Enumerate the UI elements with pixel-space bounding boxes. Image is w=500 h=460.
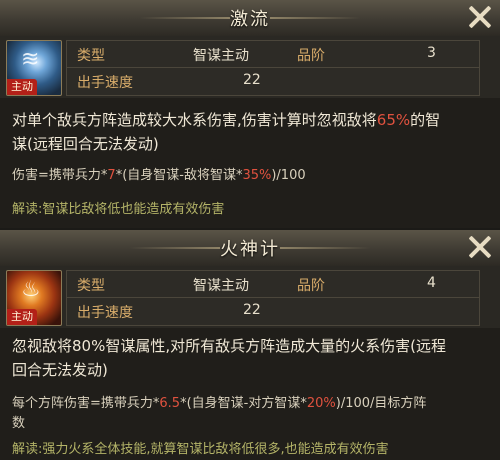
type-label: 类型 [77, 278, 105, 294]
skill-description-line1: 忽视敌将80%智谋属性,对所有敌兵方阵造成大量的火系伤害(远程 [12, 337, 446, 355]
speed-label: 出手速度 [77, 305, 133, 321]
desc-text: 对单个敌兵方阵造成较大水系伤害,伤害计算时忽视敌将 [12, 111, 377, 129]
rank-label: 品阶 [297, 48, 325, 64]
skill-info-row: ≋ 主动 类型 智谋主动 品阶 3 出手速度 22 [0, 36, 500, 98]
formula-text: 伤害=携带兵力* [12, 168, 108, 183]
skill-card-huoshenji: 火神计 ♨ 主动 类型 智谋主动 品阶 4 出手速度 22 忽视敌将80%智谋属… [0, 230, 500, 460]
type-label: 类型 [77, 48, 105, 64]
speed-value: 22 [243, 302, 261, 318]
stats-divider [67, 67, 479, 68]
water-skill-icon: ≋ 主动 [6, 40, 62, 96]
active-tag: 主动 [7, 309, 37, 325]
skill-title: 火神计 [220, 239, 280, 260]
skill-info-row: ♨ 主动 类型 智谋主动 品阶 4 出手速度 22 [0, 266, 500, 328]
formula-text: *(自身智谋-敌将智谋* [115, 168, 243, 183]
speed-value: 22 [243, 72, 261, 88]
skill-description-line1: 对单个敌兵方阵造成较大水系伤害,伤害计算时忽视敌将65%的智 [12, 108, 440, 132]
damage-formula-line2: 数 [12, 416, 26, 431]
skill-card-jiliu: 激流 ≋ 主动 类型 智谋主动 品阶 3 出手速度 22 对单个敌兵方阵造成较大… [0, 0, 500, 228]
formula-highlight: 6.5 [159, 396, 181, 411]
skill-note: 解读:智谋比敌将低也能造成有效伤害 [12, 202, 225, 217]
formula-highlight: 20% [306, 396, 336, 411]
water-glyph-icon: ≋ [21, 47, 40, 72]
damage-formula: 每个方阵伤害=携带兵力*6.5*(自身智谋-对方智谋*20%)/100/目标方阵 [12, 394, 426, 414]
skill-note: 解读:强力火系全体技能,就算智谋比敌将低很多,也能造成有效伤害 [12, 442, 389, 457]
skill-title-bar: 激流 [0, 0, 500, 37]
close-icon[interactable] [466, 233, 494, 261]
formula-highlight: 35% [242, 168, 272, 183]
skill-stats: 类型 智谋主动 品阶 3 出手速度 22 [66, 40, 480, 96]
close-icon[interactable] [466, 3, 494, 31]
rank-value: 4 [427, 275, 436, 291]
stats-divider [67, 297, 479, 298]
skill-description-line2: 谋(远程回合无法发动) [12, 135, 159, 153]
speed-label: 出手速度 [77, 75, 133, 91]
rank-value: 3 [427, 45, 436, 61]
desc-text: 的智 [410, 111, 441, 129]
skill-stats: 类型 智谋主动 品阶 4 出手速度 22 [66, 270, 480, 326]
formula-text: )/100 [271, 168, 306, 183]
formula-highlight: 7 [107, 168, 116, 183]
skill-title: 激流 [230, 9, 270, 30]
desc-highlight: 65% [376, 111, 411, 129]
formula-text: )/100/目标方阵 [335, 396, 427, 411]
skill-title-bar: 火神计 [0, 230, 500, 267]
skill-description-line2: 回合无法发动) [12, 361, 108, 379]
rank-label: 品阶 [297, 278, 325, 294]
damage-formula: 伤害=携带兵力*7*(自身智谋-敌将智谋*35%)/100 [12, 166, 306, 186]
fire-skill-icon: ♨ 主动 [6, 270, 62, 326]
type-value: 智谋主动 [193, 278, 249, 294]
active-tag: 主动 [7, 79, 37, 95]
fire-glyph-icon: ♨ [21, 277, 41, 302]
type-value: 智谋主动 [193, 48, 249, 64]
formula-text: *(自身智谋-对方智谋* [180, 396, 307, 411]
formula-text: 每个方阵伤害=携带兵力* [12, 396, 160, 411]
